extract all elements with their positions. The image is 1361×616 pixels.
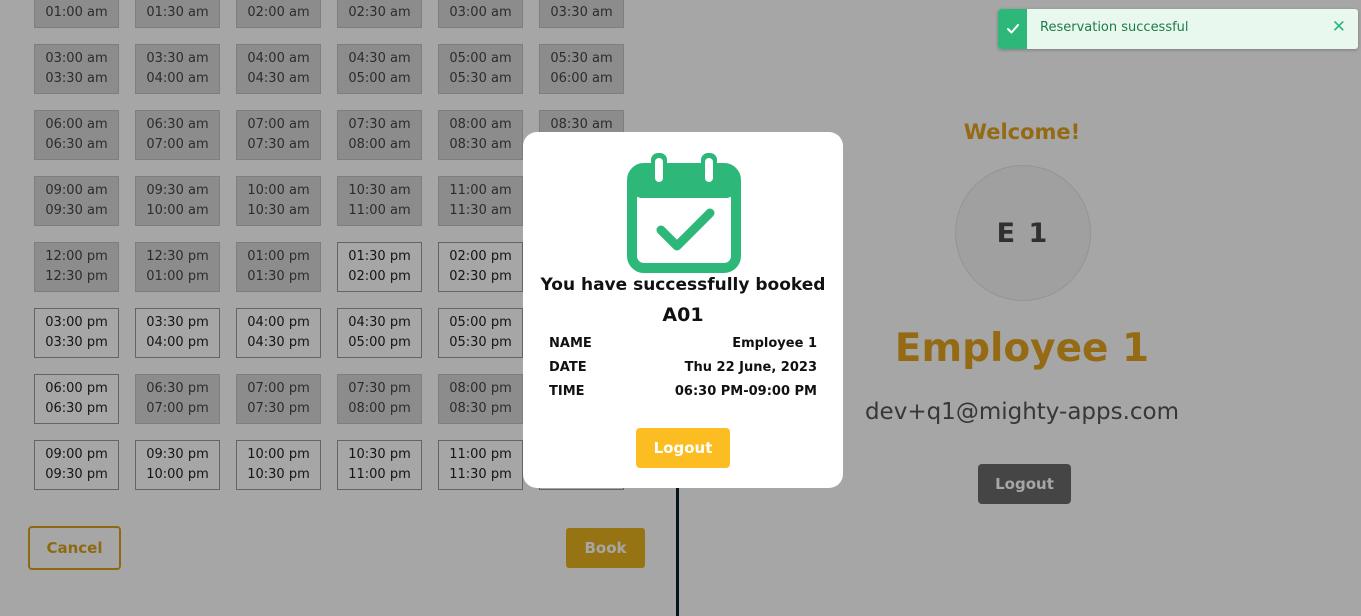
detail-row-name: NAME Employee 1: [549, 336, 817, 351]
booked-seat: A01: [662, 304, 704, 326]
detail-label: DATE: [549, 360, 587, 375]
modal-logout-button[interactable]: Logout: [636, 428, 730, 468]
success-toast: Reservation successful ✕: [998, 9, 1358, 49]
detail-label: TIME: [549, 384, 585, 399]
booking-success-modal: You have successfully booked A01 NAME Em…: [523, 132, 843, 488]
detail-value: Thu 22 June, 2023: [684, 360, 817, 375]
close-icon[interactable]: ✕: [1332, 17, 1346, 37]
detail-row-time: TIME 06:30 PM-09:00 PM: [549, 384, 817, 399]
check-icon: [998, 9, 1027, 49]
detail-label: NAME: [549, 336, 592, 351]
calendar-check-icon: [627, 150, 741, 274]
modal-title: You have successfully booked: [540, 275, 826, 295]
toast-message: Reservation successful: [1040, 20, 1189, 35]
detail-value: Employee 1: [732, 336, 817, 351]
detail-value: 06:30 PM-09:00 PM: [674, 384, 817, 399]
detail-row-date: DATE Thu 22 June, 2023: [549, 360, 817, 375]
